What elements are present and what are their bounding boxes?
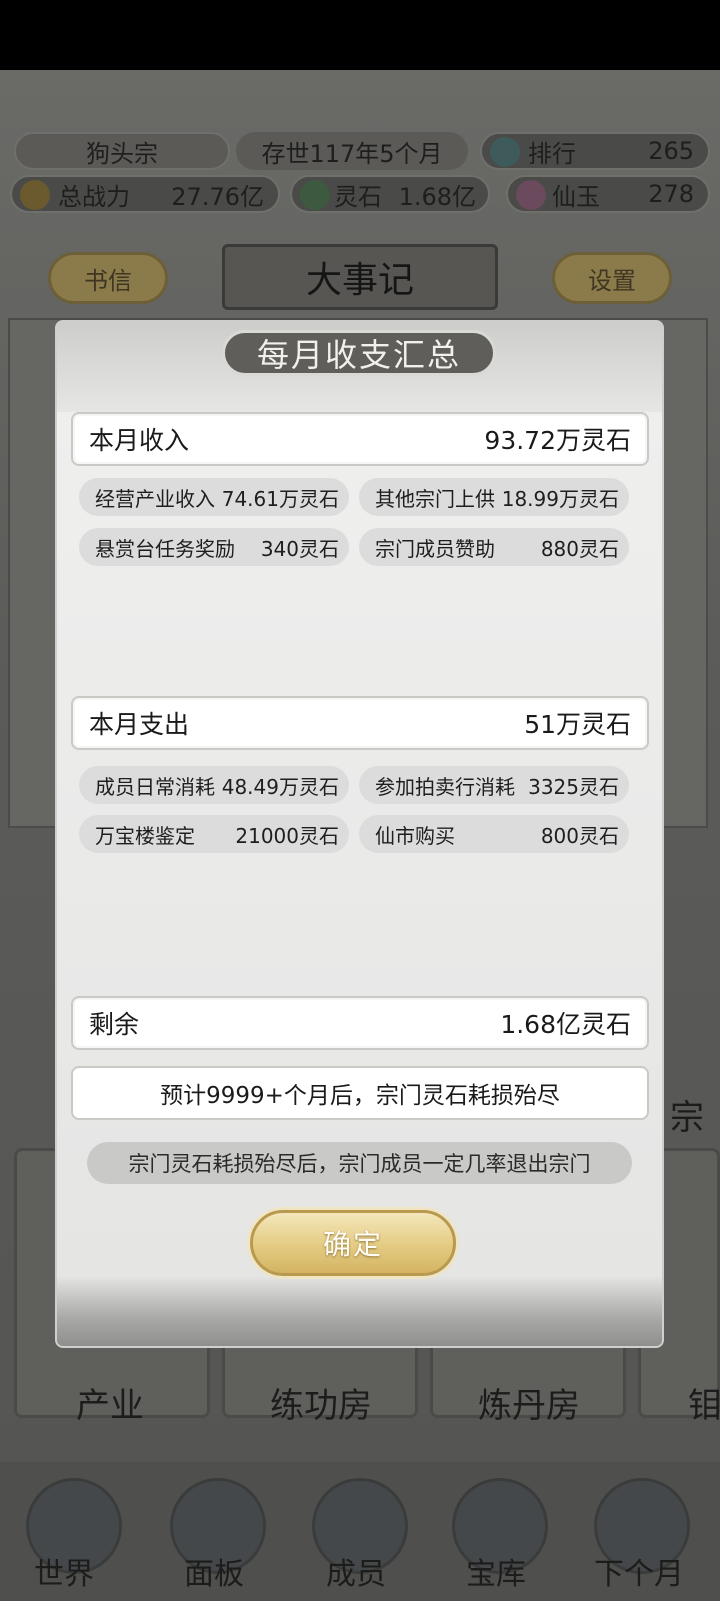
income-total-row: 本月收入 93.72万灵石 [71,412,649,466]
facility-label-alchemy: 炼丹房 [478,1386,580,1426]
power-icon [20,180,50,210]
remaining-value: 1.68亿灵石 [500,1010,631,1039]
expense-item: 参加拍卖行消耗 3325灵石 [359,766,629,804]
expense-item-value: 48.49万灵石 [221,774,339,799]
spirit-stone-icon [300,180,330,210]
jade-badge: 仙玉 278 [506,175,710,213]
expense-item: 万宝楼鉴定 21000灵石 [79,815,349,853]
expense-item: 仙市购买 800灵石 [359,815,629,853]
depletion-forecast: 预计9999+个月后，宗门灵石耗损殆尽 [71,1066,649,1120]
income-item-value: 880灵石 [540,536,619,561]
expense-item-name: 万宝楼鉴定 [95,823,195,848]
jade-value: 278 [648,180,694,208]
facility-label-partial: 钼 [688,1386,720,1426]
income-item-value: 18.99万灵石 [501,486,619,511]
nav-treasury[interactable]: 宝库 [466,1549,526,1593]
power-label: 总战力 [58,182,130,211]
power-value: 27.76亿 [171,182,264,211]
rank-value: 265 [648,137,694,165]
rank-label: 排行 [528,139,576,168]
facility-label-industry: 产业 [76,1386,144,1426]
depletion-warning: 宗门灵石耗损殆尽后，宗门成员一定几率退出宗门 [87,1142,632,1184]
expense-item-name: 成员日常消耗 [95,774,215,799]
status-bar [0,0,720,70]
expense-item-value: 800灵石 [540,823,619,848]
nav-panel[interactable]: 面板 [184,1549,244,1593]
income-item: 经营产业收入 74.61万灵石 [79,478,349,516]
income-item-name: 经营产业收入 [95,486,215,511]
events-title: 大事记 [222,244,498,310]
dialog-footer-decoration [57,1276,662,1346]
expense-label: 本月支出 [89,710,190,739]
jade-label: 仙玉 [552,182,600,211]
sect-name-text: 狗头宗 [86,139,158,168]
nav-members[interactable]: 成员 [326,1549,386,1593]
nav-world[interactable]: 世界 [34,1549,94,1593]
settings-button[interactable]: 设置 [552,252,672,304]
income-item-value: 74.61万灵石 [221,486,339,511]
expense-item: 成员日常消耗 48.49万灵石 [79,766,349,804]
confirm-button[interactable]: 确定 [250,1210,456,1276]
income-item: 宗门成员赞助 880灵石 [359,528,629,566]
letters-button[interactable]: 书信 [48,252,168,304]
expense-item-name: 参加拍卖行消耗 [375,774,515,799]
expense-item-name: 仙市购买 [375,823,455,848]
stone-badge: 灵石 1.68亿 [290,175,490,213]
side-label: 宗 [670,1098,704,1138]
income-item: 悬赏台任务奖励 340灵石 [79,528,349,566]
rank-icon [490,137,520,167]
remaining-row: 剩余 1.68亿灵石 [71,996,649,1050]
expense-total-row: 本月支出 51万灵石 [71,696,649,750]
stone-label: 灵石 [334,182,382,211]
expense-total: 51万灵石 [524,710,631,739]
expense-item-value: 21000灵石 [235,823,339,848]
income-item-name: 宗门成员赞助 [375,536,495,561]
income-label: 本月收入 [89,426,190,455]
rank-badge[interactable]: 排行 265 [480,132,710,170]
sect-age: 存世117年5个月 [236,132,468,170]
immortal-jade-icon [516,180,546,210]
income-item-name: 悬赏台任务奖励 [95,536,235,561]
remaining-label: 剩余 [89,1010,140,1039]
power-badge: 总战力 27.76亿 [10,175,280,213]
income-total: 93.72万灵石 [484,426,631,455]
sect-name: 狗头宗 [14,132,230,170]
stone-value: 1.68亿 [398,182,476,211]
nav-next-month[interactable]: 下个月 [594,1549,684,1593]
monthly-summary-dialog: 每月收支汇总 本月收入 93.72万灵石 经营产业收入 74.61万灵石 其他宗… [57,322,662,1346]
facility-label-training: 练功房 [270,1386,372,1426]
income-item: 其他宗门上供 18.99万灵石 [359,478,629,516]
dialog-title: 每月收支汇总 [222,330,496,376]
income-item-name: 其他宗门上供 [375,486,495,511]
sect-age-text: 存世117年5个月 [261,139,443,168]
expense-item-value: 3325灵石 [528,774,619,799]
income-item-value: 340灵石 [260,536,339,561]
